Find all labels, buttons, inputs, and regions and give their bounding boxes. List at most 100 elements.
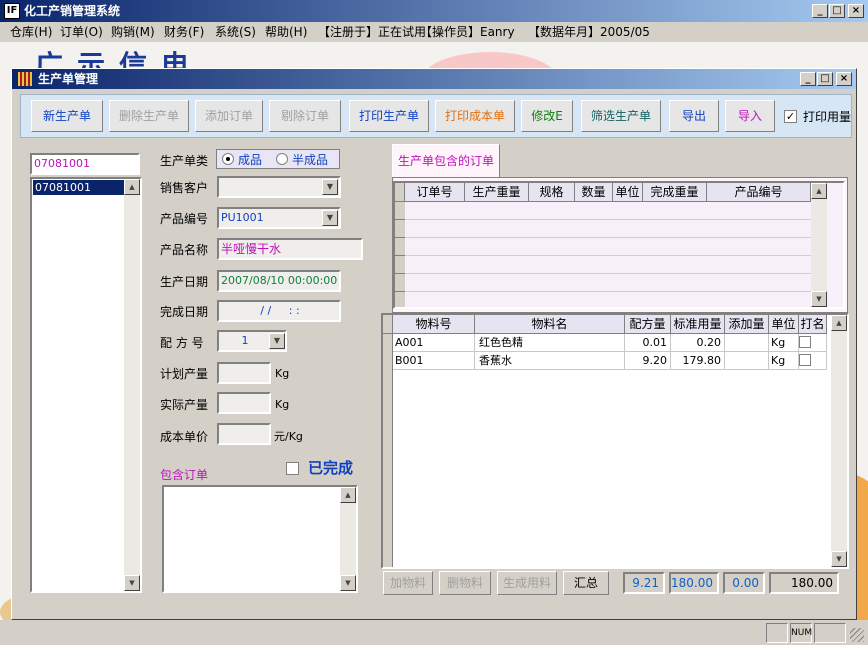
generate-usage-button[interactable]: 生成用料 — [497, 571, 557, 595]
product-code-label: 产品编号 — [160, 212, 209, 226]
num-lock-indicator: NUM — [790, 623, 812, 643]
window-maximize-icon[interactable]: □ — [817, 72, 833, 86]
materials-col-unit[interactable]: 单位 — [769, 315, 799, 334]
scroll-down-icon[interactable]: ▼ — [340, 575, 356, 591]
scroll-up-icon[interactable]: ▲ — [831, 315, 847, 331]
scroll-down-icon[interactable]: ▼ — [124, 575, 140, 591]
orders-col-prod-weight[interactable]: 生产重量 — [465, 183, 529, 202]
material-name-cell[interactable]: 红色色精 — [475, 334, 625, 352]
material-add-cell[interactable] — [725, 334, 769, 352]
product-name-field[interactable]: 半哑慢干水 — [217, 238, 363, 260]
menu-bar: 仓库(H) 订单(O) 购销(M) 财务(F) 系统(S) 帮助(H) 【注册于… — [0, 22, 868, 42]
maximize-icon[interactable]: □ — [829, 4, 845, 18]
window-minimize-icon[interactable]: _ — [800, 72, 816, 86]
done-date-field[interactable]: / / : : — [217, 300, 341, 322]
menu-warehouse[interactable]: 仓库(H) — [10, 22, 52, 42]
window-close-icon[interactable]: × — [836, 72, 852, 86]
material-print-checkbox[interactable] — [799, 354, 811, 366]
product-code-dropdown-icon[interactable]: ▼ — [322, 210, 338, 226]
close-icon[interactable]: × — [848, 4, 864, 18]
new-order-button[interactable]: 新生产单 — [31, 100, 103, 132]
materials-grid-scrollbar[interactable]: ▲ ▼ — [831, 315, 847, 567]
order-list[interactable]: 07081001 ▲ ▼ — [30, 177, 142, 593]
orders-col-product-code[interactable]: 产品编号 — [707, 183, 811, 202]
semi-finished-radio[interactable] — [276, 153, 288, 165]
orders-col-spec[interactable]: 规格 — [529, 183, 575, 202]
materials-grid[interactable]: 物料号 物料名 配方量 标准用量 添加量 单位 打名 A001 红色色精 0.0… — [381, 313, 849, 569]
table-row[interactable]: B001 — [393, 352, 475, 370]
material-ratio-cell[interactable]: 0.01 — [625, 334, 671, 352]
actual-qty-label: 实际产量 — [160, 398, 209, 412]
print-cost-button[interactable]: 打印成本单 — [435, 100, 515, 132]
cost-price-field[interactable] — [217, 423, 271, 445]
orders-col-order-no[interactable]: 订单号 — [405, 183, 465, 202]
table-row[interactable]: A001 — [393, 334, 475, 352]
materials-col-code[interactable]: 物料号 — [393, 315, 475, 334]
materials-col-name[interactable]: 物料名 — [475, 315, 625, 334]
material-ratio-cell[interactable]: 9.20 — [625, 352, 671, 370]
material-name-cell[interactable]: 香蕉水 — [475, 352, 625, 370]
finished-radio[interactable] — [222, 153, 234, 165]
plan-qty-field[interactable] — [217, 362, 271, 384]
order-list-item[interactable]: 07081001 — [33, 180, 125, 195]
finished-radio-label: 成品 — [238, 153, 263, 167]
scroll-up-icon[interactable]: ▲ — [811, 183, 827, 199]
orders-grid[interactable]: 订单号 生产重量 规格 数量 单位 完成重量 产品编号 ▲ ▼ — [393, 181, 845, 309]
material-unit-cell[interactable]: Kg — [769, 352, 799, 370]
orders-col-unit[interactable]: 单位 — [613, 183, 643, 202]
cost-unit: 元/Kg — [274, 430, 303, 443]
export-button[interactable]: 导出 — [669, 100, 719, 132]
window-title: 生产单管理 — [38, 72, 99, 86]
customer-dropdown-icon[interactable]: ▼ — [322, 179, 338, 195]
material-add-cell[interactable] — [725, 352, 769, 370]
actual-qty-field[interactable] — [217, 392, 271, 414]
orders-textarea-scrollbar[interactable]: ▲ ▼ — [340, 487, 356, 591]
order-list-scrollbar[interactable]: ▲ ▼ — [124, 179, 140, 591]
materials-col-std[interactable]: 标准用量 — [671, 315, 725, 334]
window-icon — [18, 72, 32, 86]
scroll-up-icon[interactable]: ▲ — [124, 179, 140, 195]
status-bar: NUM — [0, 620, 868, 645]
filter-button[interactable]: 筛选生产单 — [581, 100, 661, 132]
orders-grid-scrollbar[interactable]: ▲ ▼ — [811, 183, 827, 307]
plan-unit: Kg — [275, 367, 290, 380]
remove-order-button[interactable]: 剔除订单 — [269, 100, 341, 132]
add-order-button[interactable]: 添加订单 — [195, 100, 263, 132]
material-std-cell[interactable]: 179.80 — [671, 352, 725, 370]
prod-date-field[interactable]: 2007/08/10 00:00:00 — [217, 270, 341, 292]
material-print-cell — [799, 352, 827, 370]
completed-checkbox[interactable] — [286, 462, 299, 475]
summary-button[interactable]: 汇总 — [563, 571, 609, 595]
menu-help[interactable]: 帮助(H) — [265, 22, 307, 42]
print-usage-checkbox[interactable]: ✓ — [784, 110, 797, 123]
included-orders-label: 包含订单 — [160, 468, 209, 482]
materials-col-add[interactable]: 添加量 — [725, 315, 769, 334]
menu-system[interactable]: 系统(S) — [215, 22, 256, 42]
resize-grip-icon[interactable] — [850, 628, 864, 642]
modify-button[interactable]: 修改E — [521, 100, 573, 132]
delete-material-button[interactable]: 删物料 — [439, 571, 491, 595]
formula-dropdown-icon[interactable]: ▼ — [269, 333, 285, 349]
orders-col-quantity[interactable]: 数量 — [575, 183, 613, 202]
status-panel — [766, 623, 788, 643]
material-print-checkbox[interactable] — [799, 336, 811, 348]
menu-orders[interactable]: 订单(O) — [60, 22, 103, 42]
minimize-icon[interactable]: _ — [812, 4, 828, 18]
delete-order-button[interactable]: 删除生产单 — [109, 100, 189, 132]
import-button[interactable]: 导入 — [725, 100, 775, 132]
scroll-up-icon[interactable]: ▲ — [340, 487, 356, 503]
orders-col-done-weight[interactable]: 完成重量 — [643, 183, 707, 202]
add-material-button[interactable]: 加物料 — [383, 571, 433, 595]
menu-purchase-sales[interactable]: 购销(M) — [111, 22, 155, 42]
print-production-button[interactable]: 打印生产单 — [349, 100, 429, 132]
materials-col-ratio[interactable]: 配方量 — [625, 315, 671, 334]
tab-included-orders[interactable]: 生产单包含的订单 — [392, 144, 500, 178]
scroll-down-icon[interactable]: ▼ — [831, 551, 847, 567]
material-std-cell[interactable]: 0.20 — [671, 334, 725, 352]
current-order-field[interactable]: 07081001 — [30, 153, 140, 175]
material-unit-cell[interactable]: Kg — [769, 334, 799, 352]
materials-col-print[interactable]: 打名 — [799, 315, 827, 334]
menu-finance[interactable]: 财务(F) — [164, 22, 204, 42]
scroll-down-icon[interactable]: ▼ — [811, 291, 827, 307]
included-orders-textarea[interactable]: ▲ ▼ — [162, 485, 358, 593]
